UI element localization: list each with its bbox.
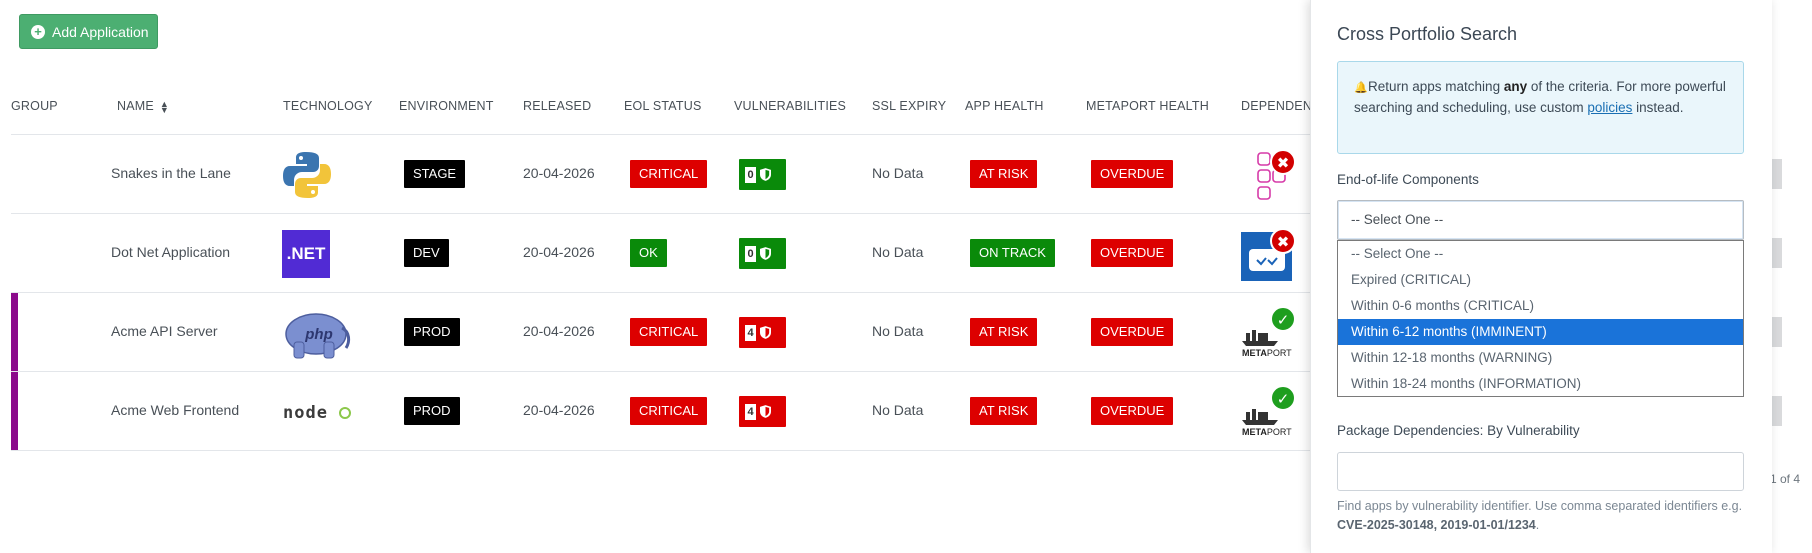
col-group[interactable]: GROUP: [11, 96, 58, 136]
python-icon: [282, 150, 334, 200]
policies-link[interactable]: policies: [1587, 100, 1632, 115]
option[interactable]: Expired (CRITICAL): [1338, 267, 1743, 293]
plus-circle-icon: +: [31, 24, 45, 39]
help-text: Find apps by vulnerability identifier. U…: [1337, 499, 1743, 532]
svg-text:node: node: [283, 403, 328, 423]
ssl-expiry: No Data: [872, 165, 924, 181]
info-alert: 🔔Return apps matching any of the criteri…: [1337, 61, 1744, 154]
ssl-expiry: No Data: [872, 244, 924, 260]
environment-badge: PROD: [404, 397, 460, 425]
shield-icon: [760, 168, 771, 181]
group-indicator: [11, 372, 18, 451]
option[interactable]: -- Select One --: [1338, 241, 1743, 267]
sort-icon: ▲ ▼: [159, 98, 170, 115]
app-name[interactable]: Acme Web Frontend: [111, 402, 239, 418]
divider: [11, 450, 1311, 451]
dependency-graph-icon[interactable]: ✖: [1240, 149, 1300, 204]
vulnerability-count: 0: [745, 166, 756, 183]
fail-status-icon: ✖: [1270, 228, 1296, 254]
shield-icon: [760, 247, 771, 260]
vulnerability-count: 4: [745, 403, 756, 420]
table-header: GROUP NAME ▲ ▼ TECHNOLOGY ENVIRONMENT RELE…: [0, 96, 1321, 136]
vulnerability-identifier-input[interactable]: [1337, 452, 1744, 491]
nodejs-icon: node: [282, 392, 352, 442]
col-app-health[interactable]: APP HEALTH: [965, 96, 1044, 136]
metaport-health-badge[interactable]: OVERDUE: [1091, 160, 1174, 188]
app-health-badge[interactable]: AT RISK: [970, 318, 1038, 346]
metaport-logo-icon[interactable]: METAPORT ✓: [1240, 306, 1300, 362]
metaport-health-badge[interactable]: OVERDUE: [1091, 239, 1174, 267]
option[interactable]: Within 12-18 months (WARNING): [1338, 345, 1743, 371]
app-name[interactable]: Snakes in the Lane: [111, 165, 231, 181]
shield-icon: [760, 405, 771, 418]
pagination-count: 1 of 4: [1770, 472, 1801, 486]
app-name[interactable]: Acme API Server: [111, 323, 218, 339]
dependency-bot-icon[interactable]: ✖: [1240, 228, 1300, 283]
vulnerability-count: 0: [745, 245, 756, 262]
app-health-badge[interactable]: AT RISK: [970, 397, 1038, 425]
add-application-label: Add Application: [52, 23, 149, 40]
php-elephant-icon: php: [280, 308, 354, 359]
option-selected[interactable]: Within 6-12 months (IMMINENT): [1338, 319, 1743, 345]
shield-icon: [760, 326, 771, 339]
panel-title: Cross Portfolio Search: [1337, 24, 1518, 44]
bell-icon: 🔔: [1354, 82, 1368, 94]
col-released[interactable]: RELEASED: [523, 96, 591, 136]
environment-badge: PROD: [404, 318, 460, 346]
app-health-badge[interactable]: ON TRACK: [970, 239, 1055, 267]
col-environment[interactable]: ENVIRONMENT: [399, 96, 494, 136]
svg-text:METAPORT: METAPORT: [1242, 427, 1292, 437]
ssl-expiry: No Data: [872, 402, 924, 418]
vulnerability-badge[interactable]: 0: [739, 159, 786, 190]
table-row[interactable]: Acme API Server php PROD 20-04-2026 CRIT…: [0, 293, 1320, 372]
col-metaport-health[interactable]: METAPORT HEALTH: [1086, 96, 1209, 136]
svg-text:php: php: [304, 326, 333, 343]
cross-portfolio-search-panel: Cross Portfolio Search 🔔Return apps matc…: [1310, 0, 1772, 553]
col-name[interactable]: NAME ▲ ▼: [117, 96, 170, 136]
add-application-button[interactable]: + Add Application: [19, 14, 158, 49]
svg-text:METAPORT: METAPORT: [1242, 348, 1292, 358]
metaport-health-badge[interactable]: OVERDUE: [1091, 318, 1174, 346]
vulnerability-count: 4: [745, 324, 756, 341]
metaport-health-badge[interactable]: OVERDUE: [1091, 397, 1174, 425]
pass-status-icon: ✓: [1270, 306, 1296, 332]
dotnet-icon: .NET: [282, 230, 330, 278]
vulnerability-badge[interactable]: 4: [739, 396, 786, 427]
package-dependencies-label: Package Dependencies: By Vulnerability: [1337, 423, 1580, 438]
app-name[interactable]: Dot Net Application: [111, 244, 230, 260]
eol-components-select[interactable]: -- Select One --: [1337, 200, 1744, 240]
released-date: 20-04-2026: [523, 323, 595, 339]
environment-badge: DEV: [404, 239, 449, 267]
app-health-badge[interactable]: AT RISK: [970, 160, 1038, 188]
vulnerability-badge[interactable]: 4: [739, 317, 786, 348]
table-row[interactable]: Snakes in the Lane STAGE 20-04-2026 CRIT…: [0, 135, 1320, 214]
eol-options-list[interactable]: -- Select One -- Expired (CRITICAL) With…: [1337, 240, 1744, 397]
table-row[interactable]: Dot Net Application .NET DEV 20-04-2026 …: [0, 214, 1320, 293]
pass-status-icon: ✓: [1270, 385, 1296, 411]
vulnerability-badge[interactable]: 0: [739, 238, 786, 269]
eol-status-badge[interactable]: OK: [630, 239, 667, 267]
col-eol-status[interactable]: EOL STATUS: [624, 96, 701, 136]
released-date: 20-04-2026: [523, 244, 595, 260]
option[interactable]: Within 0-6 months (CRITICAL): [1338, 293, 1743, 319]
metaport-logo-icon[interactable]: METAPORT ✓: [1240, 385, 1300, 441]
col-technology[interactable]: TECHNOLOGY: [283, 96, 373, 136]
option[interactable]: Within 18-24 months (INFORMATION): [1338, 371, 1743, 397]
eol-status-badge[interactable]: CRITICAL: [630, 160, 708, 188]
col-ssl-expiry[interactable]: SSL EXPIRY: [872, 96, 946, 136]
group-indicator: [11, 293, 18, 372]
col-vulnerabilities[interactable]: VULNERABILITIES: [734, 96, 846, 136]
ssl-expiry: No Data: [872, 323, 924, 339]
environment-badge: STAGE: [404, 160, 466, 188]
eol-components-label: End-of-life Components: [1337, 172, 1479, 187]
released-date: 20-04-2026: [523, 402, 595, 418]
fail-status-icon: ✖: [1270, 149, 1296, 175]
table-row[interactable]: Acme Web Frontend node PROD 20-04-2026 C…: [0, 372, 1320, 451]
released-date: 20-04-2026: [523, 165, 595, 181]
eol-status-badge[interactable]: CRITICAL: [630, 318, 708, 346]
eol-status-badge[interactable]: CRITICAL: [630, 397, 708, 425]
